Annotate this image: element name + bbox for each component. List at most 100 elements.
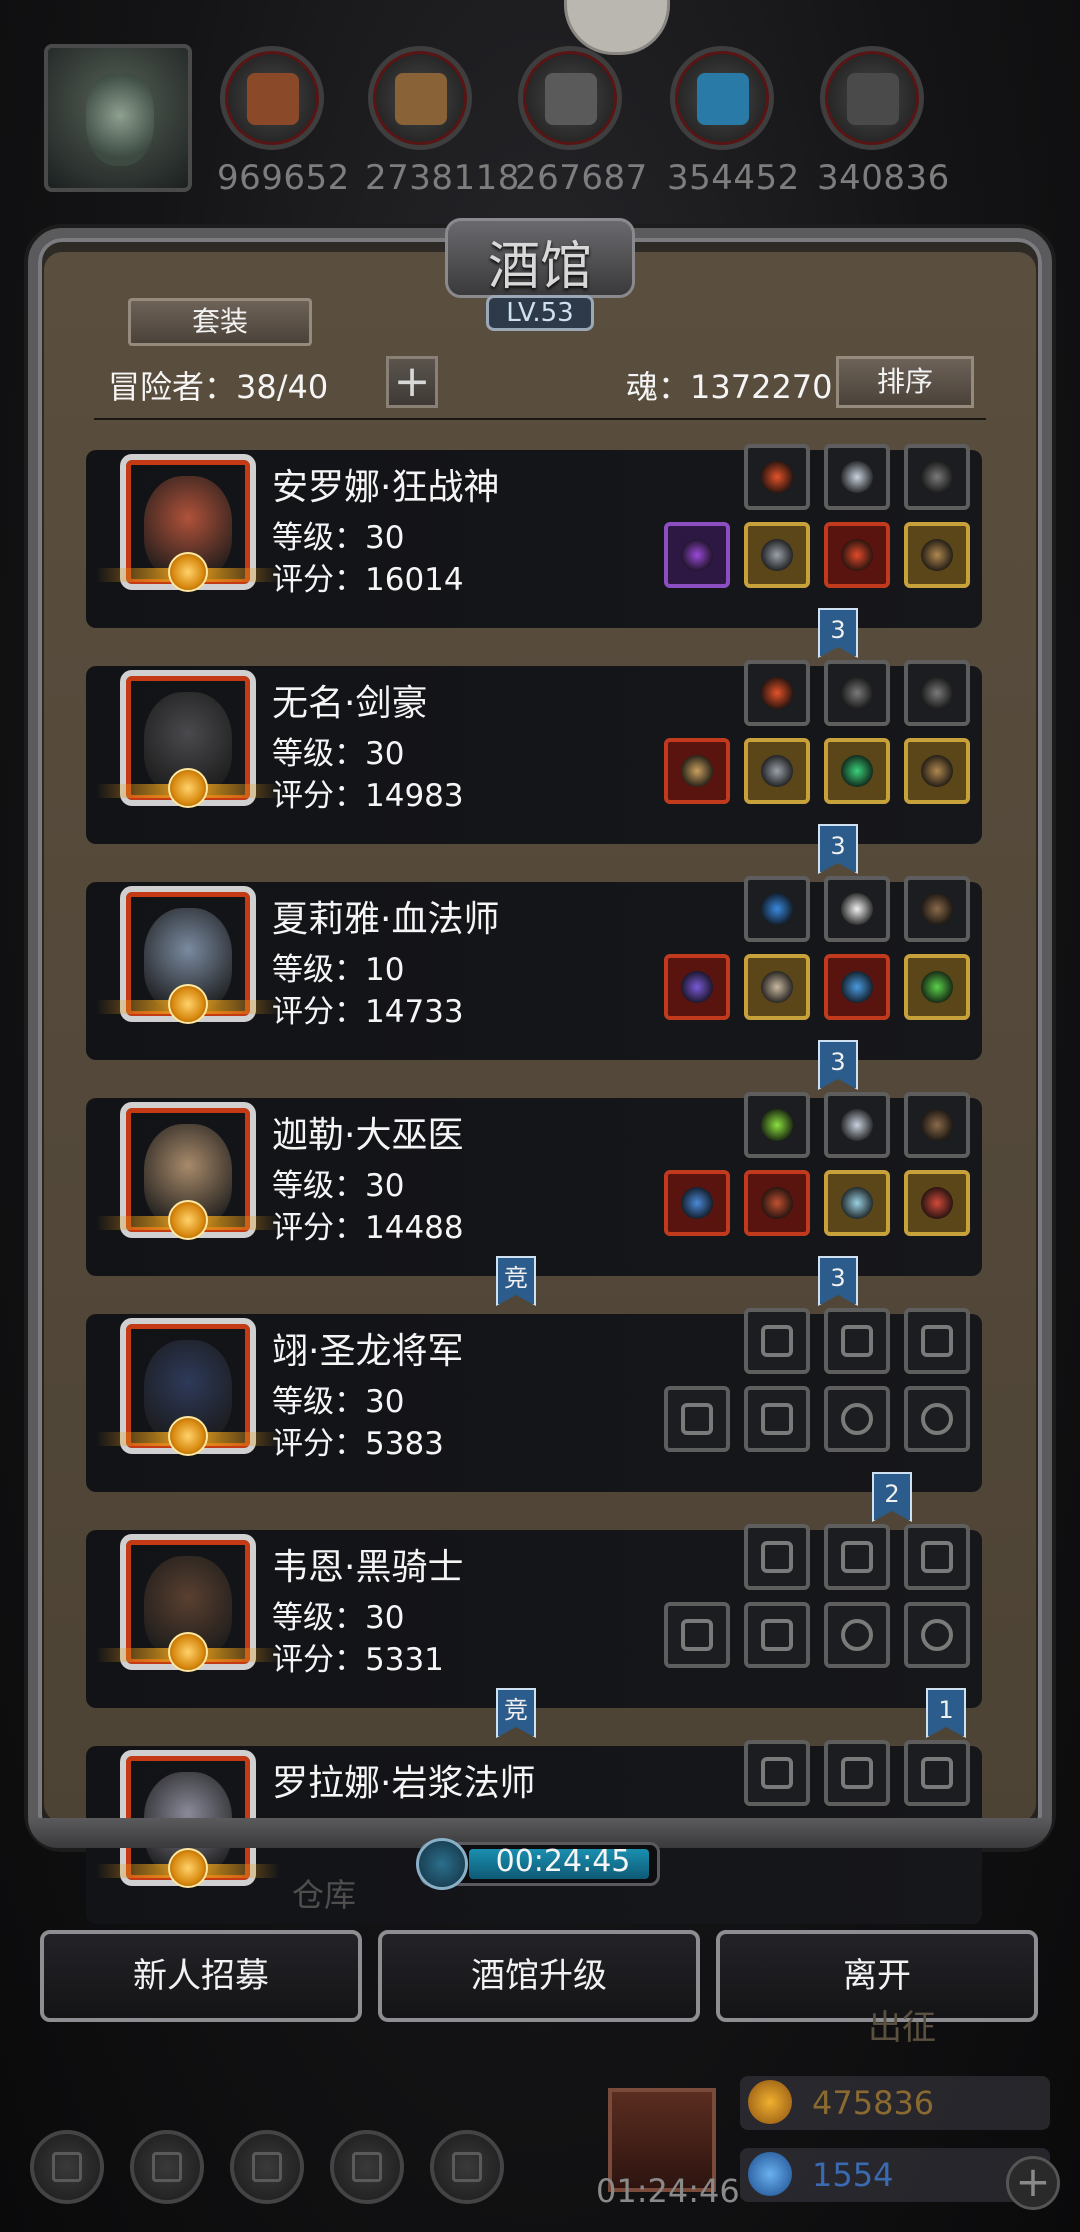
- equipment-slot[interactable]: [744, 1602, 810, 1668]
- flame-slot-icon: [761, 1757, 793, 1789]
- equipment-slot[interactable]: [904, 444, 970, 510]
- hourglass-slot-icon: [921, 1757, 953, 1789]
- equipment-slot[interactable]: [824, 876, 890, 942]
- equipment-slot[interactable]: [824, 738, 890, 804]
- resource-value: 267687: [515, 158, 648, 198]
- resource-value: 354452: [667, 158, 800, 198]
- medal-icon: [168, 1200, 208, 1240]
- equipment-slot[interactable]: [824, 1170, 890, 1236]
- gold-icon: [748, 2080, 792, 2124]
- resource-3[interactable]: 354452: [667, 46, 800, 198]
- equipment-slot[interactable]: [824, 1386, 890, 1452]
- recruit-button[interactable]: 新人招募: [40, 1930, 362, 2022]
- equipment-slot[interactable]: [824, 660, 890, 726]
- equipment-slot[interactable]: [904, 954, 970, 1020]
- amulet-icon: [921, 539, 953, 571]
- equipment-slot[interactable]: [744, 1170, 810, 1236]
- resource-4[interactable]: 340836: [817, 46, 949, 198]
- upgrade-button[interactable]: 酒馆升级: [378, 1930, 700, 2022]
- gem-row: 1554: [740, 2148, 1050, 2202]
- hero-card[interactable]: 夏莉雅·血法师 等级：10 评分：14733: [86, 876, 982, 1060]
- ring-slot-icon: [841, 1403, 873, 1435]
- hero-score: 评分：16014: [272, 562, 464, 598]
- crystal-ring-icon: [841, 971, 873, 1003]
- sort-button[interactable]: 排序: [836, 356, 974, 408]
- equipment-slot[interactable]: [664, 522, 730, 588]
- hourglass-slot-icon: [921, 1325, 953, 1357]
- equipment-slot[interactable]: [904, 1092, 970, 1158]
- add-gem-button[interactable]: +: [1006, 2156, 1060, 2210]
- hero-name: 安罗娜·狂战神: [272, 467, 500, 508]
- feather-icon: [921, 461, 953, 493]
- equipment-slot[interactable]: [744, 660, 810, 726]
- divider: [94, 418, 986, 420]
- hero-score: 评分：14983: [272, 778, 464, 814]
- hero-name: 罗拉娜·岩浆法师: [272, 1763, 536, 1804]
- wand-icon: [681, 971, 713, 1003]
- scroll-icon: [921, 1109, 953, 1141]
- equipment-slot[interactable]: [824, 522, 890, 588]
- fire-orb-icon: [761, 677, 793, 709]
- hero-level: 等级：10: [272, 952, 405, 988]
- suit-button[interactable]: 套装: [128, 298, 312, 346]
- resource-0[interactable]: 969652: [217, 46, 349, 198]
- equipment-slot[interactable]: [824, 1602, 890, 1668]
- equipment-slot[interactable]: [824, 1524, 890, 1590]
- equipment-slot[interactable]: [904, 1308, 970, 1374]
- resource-value: 2738118: [365, 158, 520, 198]
- armor-slot-icon: [761, 1403, 793, 1435]
- equipment-slot[interactable]: [824, 444, 890, 510]
- cube-icon[interactable]: [430, 2130, 504, 2204]
- equipment-slot[interactable]: [744, 1740, 810, 1806]
- equipment-slot[interactable]: [664, 1170, 730, 1236]
- equipment-slot[interactable]: [744, 444, 810, 510]
- tavern-level-badge: LV.53: [486, 295, 594, 331]
- expand-capacity-button[interactable]: +: [386, 356, 438, 408]
- gold-row: 475836: [740, 2076, 1050, 2130]
- equipment-slot[interactable]: [904, 1602, 970, 1668]
- equipment-slot[interactable]: [744, 1308, 810, 1374]
- equipment-slot[interactable]: [664, 954, 730, 1020]
- equipment-slot[interactable]: [744, 1386, 810, 1452]
- equipment-slot[interactable]: [744, 1524, 810, 1590]
- equipment-slot[interactable]: [744, 954, 810, 1020]
- player-avatar[interactable]: [44, 44, 192, 192]
- hero-card[interactable]: 安罗娜·狂战神等级：30 评分：16014: [86, 444, 982, 628]
- equipment-slot[interactable]: [744, 876, 810, 942]
- hero-level: 等级：30: [272, 520, 405, 556]
- equipment-slot[interactable]: [744, 1092, 810, 1158]
- equipment-slot[interactable]: [824, 954, 890, 1020]
- equipment-slot[interactable]: [824, 1308, 890, 1374]
- hero-card[interactable]: 翊·圣龙将军 等级：30 评分：5383: [86, 1308, 982, 1492]
- medal-icon: [168, 1632, 208, 1672]
- equipment-slot[interactable]: [904, 738, 970, 804]
- hero-name: 迦勒·大巫医: [272, 1115, 464, 1156]
- equipment-slot[interactable]: [904, 1524, 970, 1590]
- feather-icon: [841, 677, 873, 709]
- resource-1[interactable]: 2738118: [365, 46, 520, 198]
- hero-name: 夏莉雅·血法师: [272, 899, 500, 940]
- equipment-slot[interactable]: [904, 1740, 970, 1806]
- hero-card[interactable]: 韦恩·黑骑士 等级：30 评分：5331: [86, 1524, 982, 1708]
- equipment-slot[interactable]: [664, 1386, 730, 1452]
- equipment-slot[interactable]: [824, 1740, 890, 1806]
- hero-card[interactable]: 迦勒·大巫医 等级：30 评分：14488: [86, 1092, 982, 1276]
- equipment-slot[interactable]: [904, 1170, 970, 1236]
- hero-card[interactable]: 无名·剑豪 等级：30 评分：14983: [86, 660, 982, 844]
- settings-icon[interactable]: [30, 2130, 104, 2204]
- flame-slot-icon: [761, 1541, 793, 1573]
- equipment-slot[interactable]: [824, 1092, 890, 1158]
- equipment-slot[interactable]: [904, 876, 970, 942]
- equipment-slot[interactable]: [744, 522, 810, 588]
- equipment-slot[interactable]: [664, 738, 730, 804]
- resource-2[interactable]: 267687: [515, 46, 648, 198]
- equipment-slot[interactable]: [664, 1602, 730, 1668]
- equipment-slot[interactable]: [904, 522, 970, 588]
- star-icon[interactable]: [130, 2130, 204, 2204]
- resource-ring: [518, 46, 622, 150]
- equipment-slot[interactable]: [904, 660, 970, 726]
- mail-icon[interactable]: [330, 2130, 404, 2204]
- castle-icon[interactable]: [230, 2130, 304, 2204]
- equipment-slot[interactable]: [744, 738, 810, 804]
- equipment-slot[interactable]: [904, 1386, 970, 1452]
